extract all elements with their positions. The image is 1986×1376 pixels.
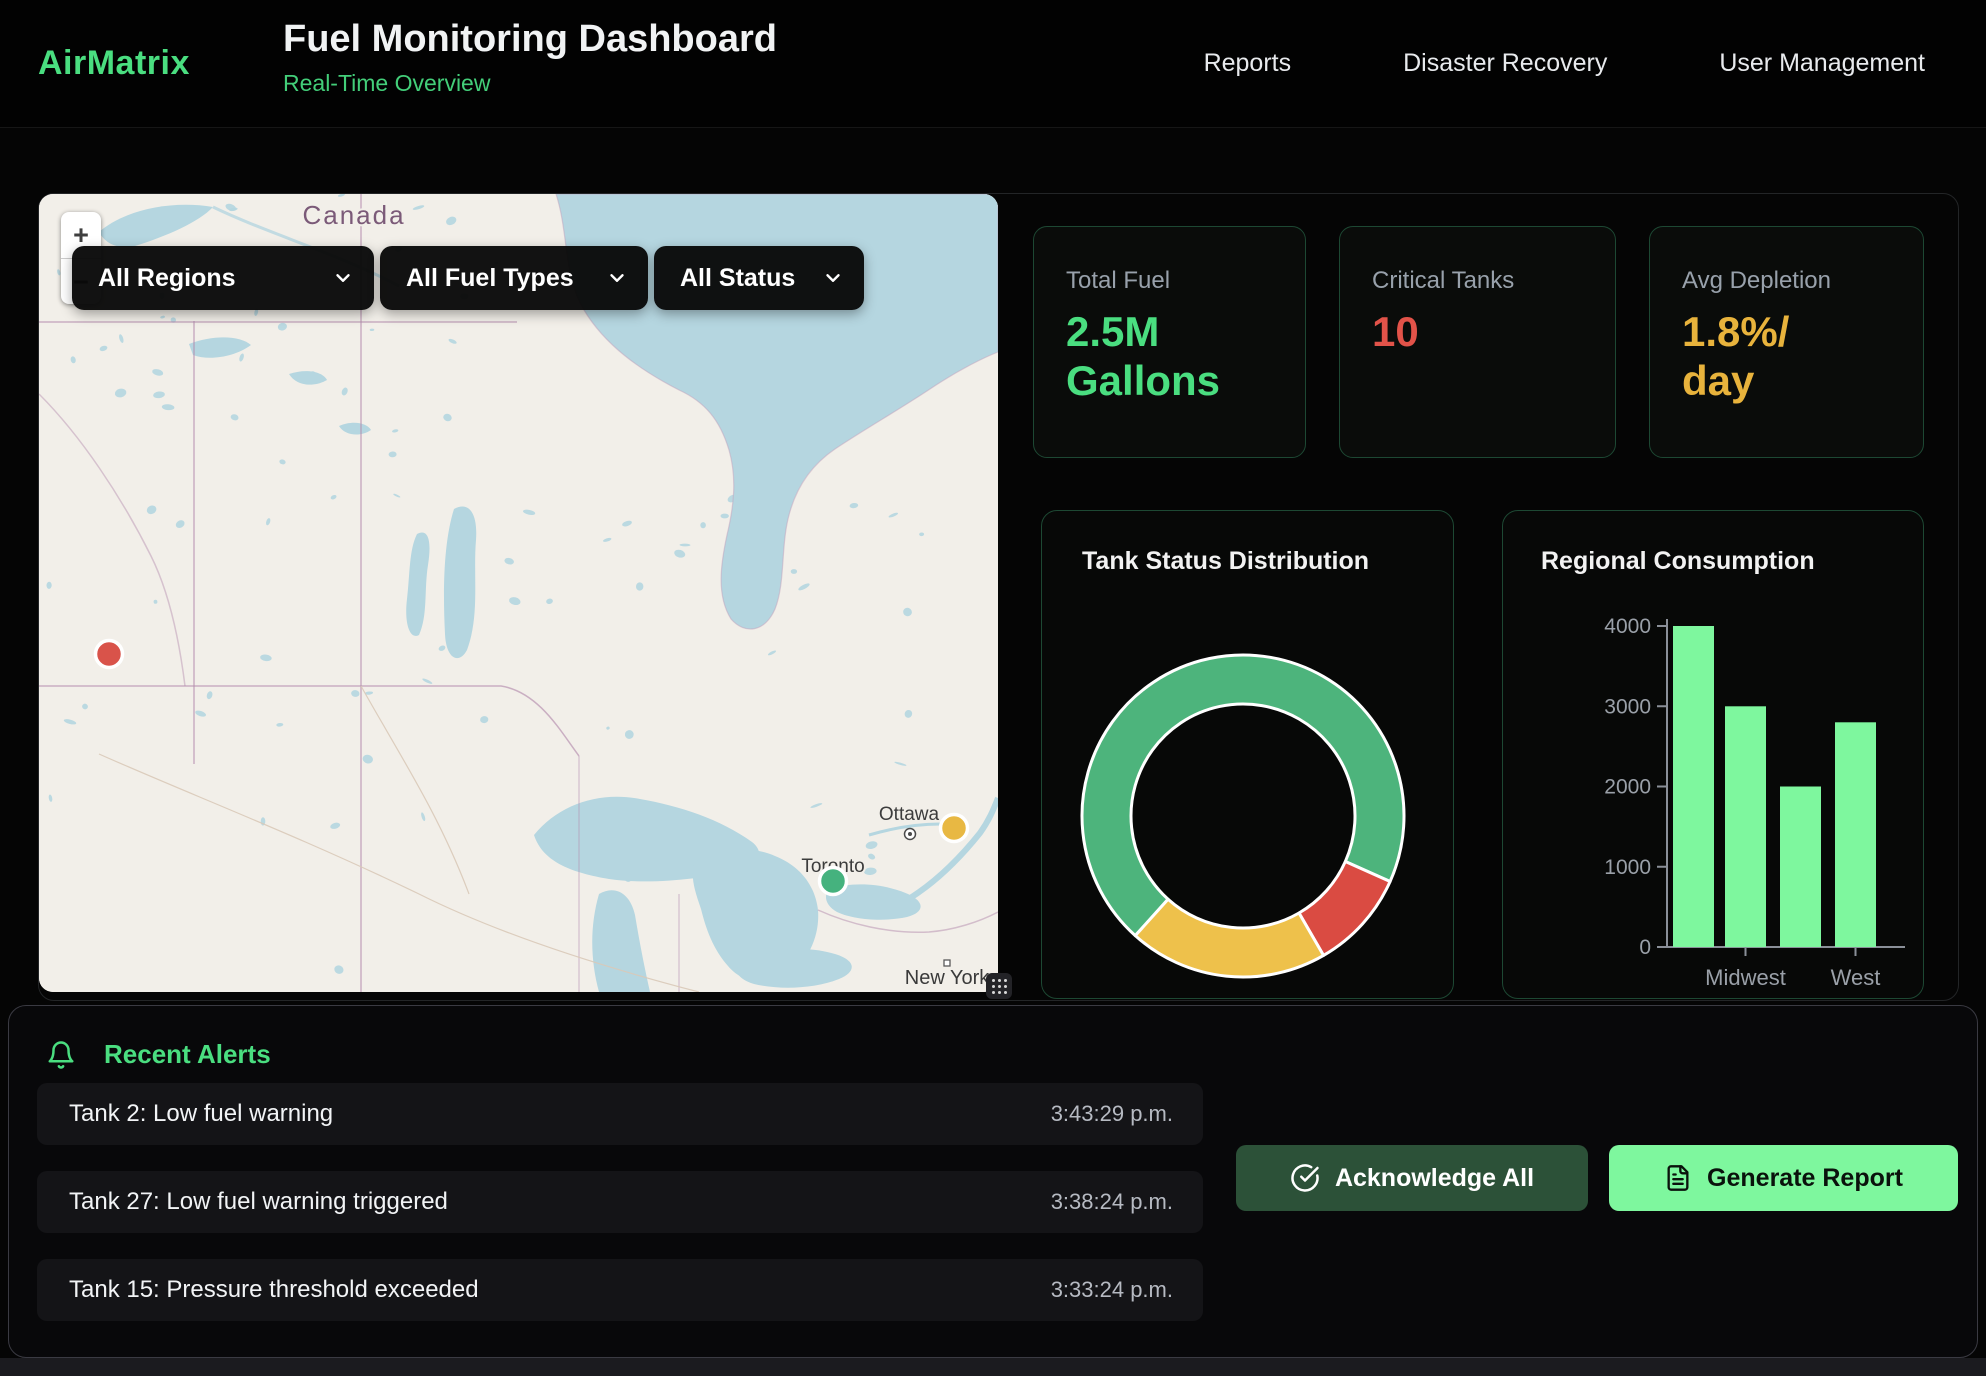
alert-row[interactable]: Tank 15: Pressure threshold exceeded 3:3… bbox=[37, 1259, 1203, 1321]
donut-segment-warning bbox=[1135, 899, 1323, 977]
map-filters: All Regions All Fuel Types All Status bbox=[72, 246, 864, 310]
generate-report-label: Generate Report bbox=[1707, 1164, 1903, 1193]
tank-marker-critical[interactable] bbox=[96, 641, 123, 668]
nav-user-management[interactable]: User Management bbox=[1719, 49, 1925, 78]
map-resize-handle[interactable] bbox=[986, 973, 1012, 999]
nav-reports[interactable]: Reports bbox=[1204, 49, 1292, 78]
alert-row[interactable]: Tank 27: Low fuel warning triggered 3:38… bbox=[37, 1171, 1203, 1233]
file-text-icon bbox=[1664, 1164, 1692, 1192]
map-canvas: Canada Ottawa Toronto New York bbox=[39, 194, 998, 992]
alert-timestamp: 3:43:29 p.m. bbox=[1051, 1101, 1173, 1127]
stat-label: Total Fuel bbox=[1066, 267, 1275, 295]
map-label-ottawa: Ottawa bbox=[879, 804, 940, 825]
tank-marker-normal[interactable] bbox=[820, 868, 847, 895]
bar-x-tick-label: West bbox=[1831, 965, 1881, 990]
chevron-down-icon bbox=[822, 267, 844, 289]
bar-region-2 bbox=[1780, 787, 1821, 948]
bar-y-tick-label: 0 bbox=[1639, 936, 1651, 959]
bar-region-3 bbox=[1835, 722, 1876, 947]
map-label-new-york: New York bbox=[905, 967, 990, 989]
alert-message: Tank 2: Low fuel warning bbox=[69, 1100, 333, 1128]
bar-y-tick-label: 2000 bbox=[1604, 776, 1651, 799]
page-subtitle: Real-Time Overview bbox=[283, 70, 777, 97]
chevron-down-icon bbox=[606, 267, 628, 289]
dashboard-panel: Canada Ottawa Toronto New York + − bbox=[38, 193, 1959, 1001]
tank-marker-warning[interactable] bbox=[941, 815, 968, 842]
stat-card-critical-tanks: Critical Tanks 10 bbox=[1339, 226, 1616, 458]
stat-value: 1.8%/day bbox=[1682, 307, 1893, 405]
recent-alerts-panel: Recent Alerts Tank 2: Low fuel warning 3… bbox=[8, 1005, 1978, 1358]
alert-timestamp: 3:33:24 p.m. bbox=[1051, 1277, 1173, 1303]
alert-row[interactable]: Tank 2: Low fuel warning 3:43:29 p.m. bbox=[37, 1083, 1203, 1145]
map-label-canada: Canada bbox=[302, 200, 405, 230]
brand-logo[interactable]: AirMatrix bbox=[38, 0, 190, 127]
bell-icon bbox=[46, 1040, 76, 1070]
regional-consumption-card: Regional Consumption 01000200030004000Mi… bbox=[1502, 510, 1924, 999]
acknowledge-all-button[interactable]: Acknowledge All bbox=[1236, 1145, 1588, 1211]
fuel-type-filter-label: All Fuel Types bbox=[406, 264, 574, 293]
alert-timestamp: 3:38:24 p.m. bbox=[1051, 1189, 1173, 1215]
stat-value: 10 bbox=[1372, 307, 1585, 356]
region-filter-label: All Regions bbox=[98, 264, 236, 293]
alerts-title: Recent Alerts bbox=[104, 1039, 271, 1070]
map[interactable]: Canada Ottawa Toronto New York + − bbox=[39, 194, 998, 992]
app-header: AirMatrix Fuel Monitoring Dashboard Real… bbox=[0, 0, 1986, 128]
generate-report-button[interactable]: Generate Report bbox=[1609, 1145, 1958, 1211]
status-filter-dropdown[interactable]: All Status bbox=[654, 246, 864, 310]
town-icon-new-york bbox=[944, 960, 950, 966]
bar-y-tick-label: 1000 bbox=[1604, 856, 1651, 879]
check-circle-icon bbox=[1290, 1163, 1320, 1193]
bar-region-0 bbox=[1673, 626, 1714, 947]
stat-label: Critical Tanks bbox=[1372, 267, 1585, 295]
acknowledge-all-label: Acknowledge All bbox=[1335, 1164, 1534, 1193]
alert-message: Tank 15: Pressure threshold exceeded bbox=[69, 1276, 479, 1304]
bar-y-tick-label: 4000 bbox=[1604, 615, 1651, 638]
bar-region-1 bbox=[1725, 706, 1766, 947]
fuel-monitoring-dashboard: AirMatrix Fuel Monitoring Dashboard Real… bbox=[0, 0, 1986, 1376]
alert-message: Tank 27: Low fuel warning triggered bbox=[69, 1188, 448, 1216]
fuel-type-filter-dropdown[interactable]: All Fuel Types bbox=[380, 246, 648, 310]
bottom-strip bbox=[0, 1358, 1986, 1376]
region-filter-dropdown[interactable]: All Regions bbox=[72, 246, 374, 310]
stat-label: Avg Depletion bbox=[1682, 267, 1893, 295]
page-title: Fuel Monitoring Dashboard bbox=[283, 18, 777, 62]
alerts-header: Recent Alerts bbox=[46, 1039, 271, 1070]
regional-consumption-bar-chart: 0 1000 2000 3000 4000 Midwest West bbox=[1503, 511, 1925, 1000]
tank-status-distribution-card: Tank Status Distribution bbox=[1041, 510, 1454, 999]
stat-card-total-fuel: Total Fuel 2.5MGallons bbox=[1033, 226, 1306, 458]
stat-card-avg-depletion: Avg Depletion 1.8%/day bbox=[1649, 226, 1924, 458]
chevron-down-icon bbox=[332, 267, 354, 289]
bar-y-tick-label: 3000 bbox=[1604, 695, 1651, 718]
status-filter-label: All Status bbox=[680, 264, 795, 293]
bar-x-tick-label: Midwest bbox=[1705, 965, 1786, 990]
title-block: Fuel Monitoring Dashboard Real-Time Over… bbox=[283, 18, 777, 97]
town-icon-ottawa bbox=[905, 829, 916, 840]
nav-disaster-recovery[interactable]: Disaster Recovery bbox=[1403, 49, 1607, 78]
stat-value: 2.5MGallons bbox=[1066, 307, 1275, 405]
main-nav: Reports Disaster Recovery User Managemen… bbox=[1204, 0, 1925, 127]
tank-status-donut-chart bbox=[1042, 511, 1455, 1000]
